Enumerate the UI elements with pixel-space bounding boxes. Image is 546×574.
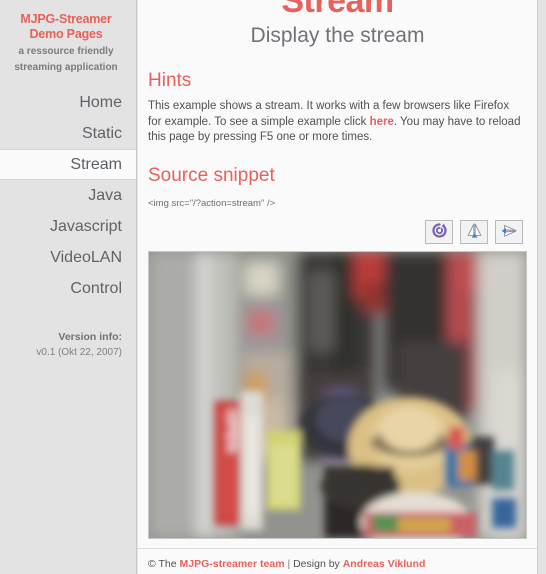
site-brand: MJPG-Streamer Demo Pages a ressource fri… [0, 0, 136, 74]
page-title: Stream [281, 0, 394, 20]
source-snippet-heading: Source snippet [148, 164, 275, 186]
sidebar: MJPG-Streamer Demo Pages a ressource fri… [0, 0, 137, 574]
hints-paragraph: This example shows a stream. It works wi… [138, 92, 537, 146]
right-gutter [539, 0, 546, 574]
sidebar-item-stream[interactable]: Stream [0, 149, 136, 180]
mirror-horizontal-button[interactable] [495, 219, 523, 244]
page-root: MJPG-Streamer Demo Pages a ressource fri… [0, 0, 546, 574]
stream-controls [138, 211, 537, 244]
brand-line-2: Demo Pages [29, 27, 103, 41]
footer-copyright-prefix: © The [148, 557, 180, 570]
sidebar-item-static[interactable]: Static [0, 118, 136, 149]
sidebar-item-videolan[interactable]: VideoLAN [0, 242, 136, 273]
hints-heading: Hints [148, 70, 192, 91]
mirror-vertical-button[interactable] [460, 219, 488, 244]
source-snippet-code: <img src="/?action=stream" /> [148, 197, 276, 209]
rotate-button[interactable] [425, 219, 453, 244]
hints-here-link[interactable]: here [370, 116, 394, 128]
version-info-label: Version info: [58, 331, 122, 343]
brand-tagline-1: a ressource friendly [18, 46, 114, 57]
footer-team-link[interactable]: MJPG-streamer team [179, 558, 284, 570]
main-content: Stream Display the stream Hints This exa… [138, 0, 538, 574]
sidebar-item-javascript[interactable]: Javascript [0, 211, 136, 242]
stream-video[interactable]: OPEN [149, 251, 526, 538]
sidebar-item-java[interactable]: Java [0, 180, 136, 211]
sidebar-item-control[interactable]: Control [0, 273, 136, 304]
brand-line-1: MJPG-Streamer [20, 12, 112, 26]
page-subtitle: Display the stream [250, 24, 425, 47]
footer-designer-link[interactable]: Andreas Viklund [343, 558, 426, 570]
mirror-horizontal-icon [501, 222, 518, 242]
mirror-vertical-icon [466, 222, 483, 242]
version-info: Version info: v0.1 (Okt 22, 2007) [0, 330, 136, 360]
rotate-icon [431, 222, 448, 242]
sidebar-item-home[interactable]: Home [0, 87, 136, 118]
version-info-value: v0.1 (Okt 22, 2007) [36, 347, 122, 358]
footer-design-prefix: Design by [293, 557, 343, 570]
footer-separator: | [284, 557, 294, 570]
brand-tagline-2: streaming application [14, 62, 118, 73]
footer: © The MJPG-streamer team | Design by And… [138, 547, 537, 571]
sidebar-nav: Home Static Stream Java Javascript VideoLAN Co… [0, 87, 136, 304]
stream-container[interactable]: OPEN [148, 250, 527, 539]
